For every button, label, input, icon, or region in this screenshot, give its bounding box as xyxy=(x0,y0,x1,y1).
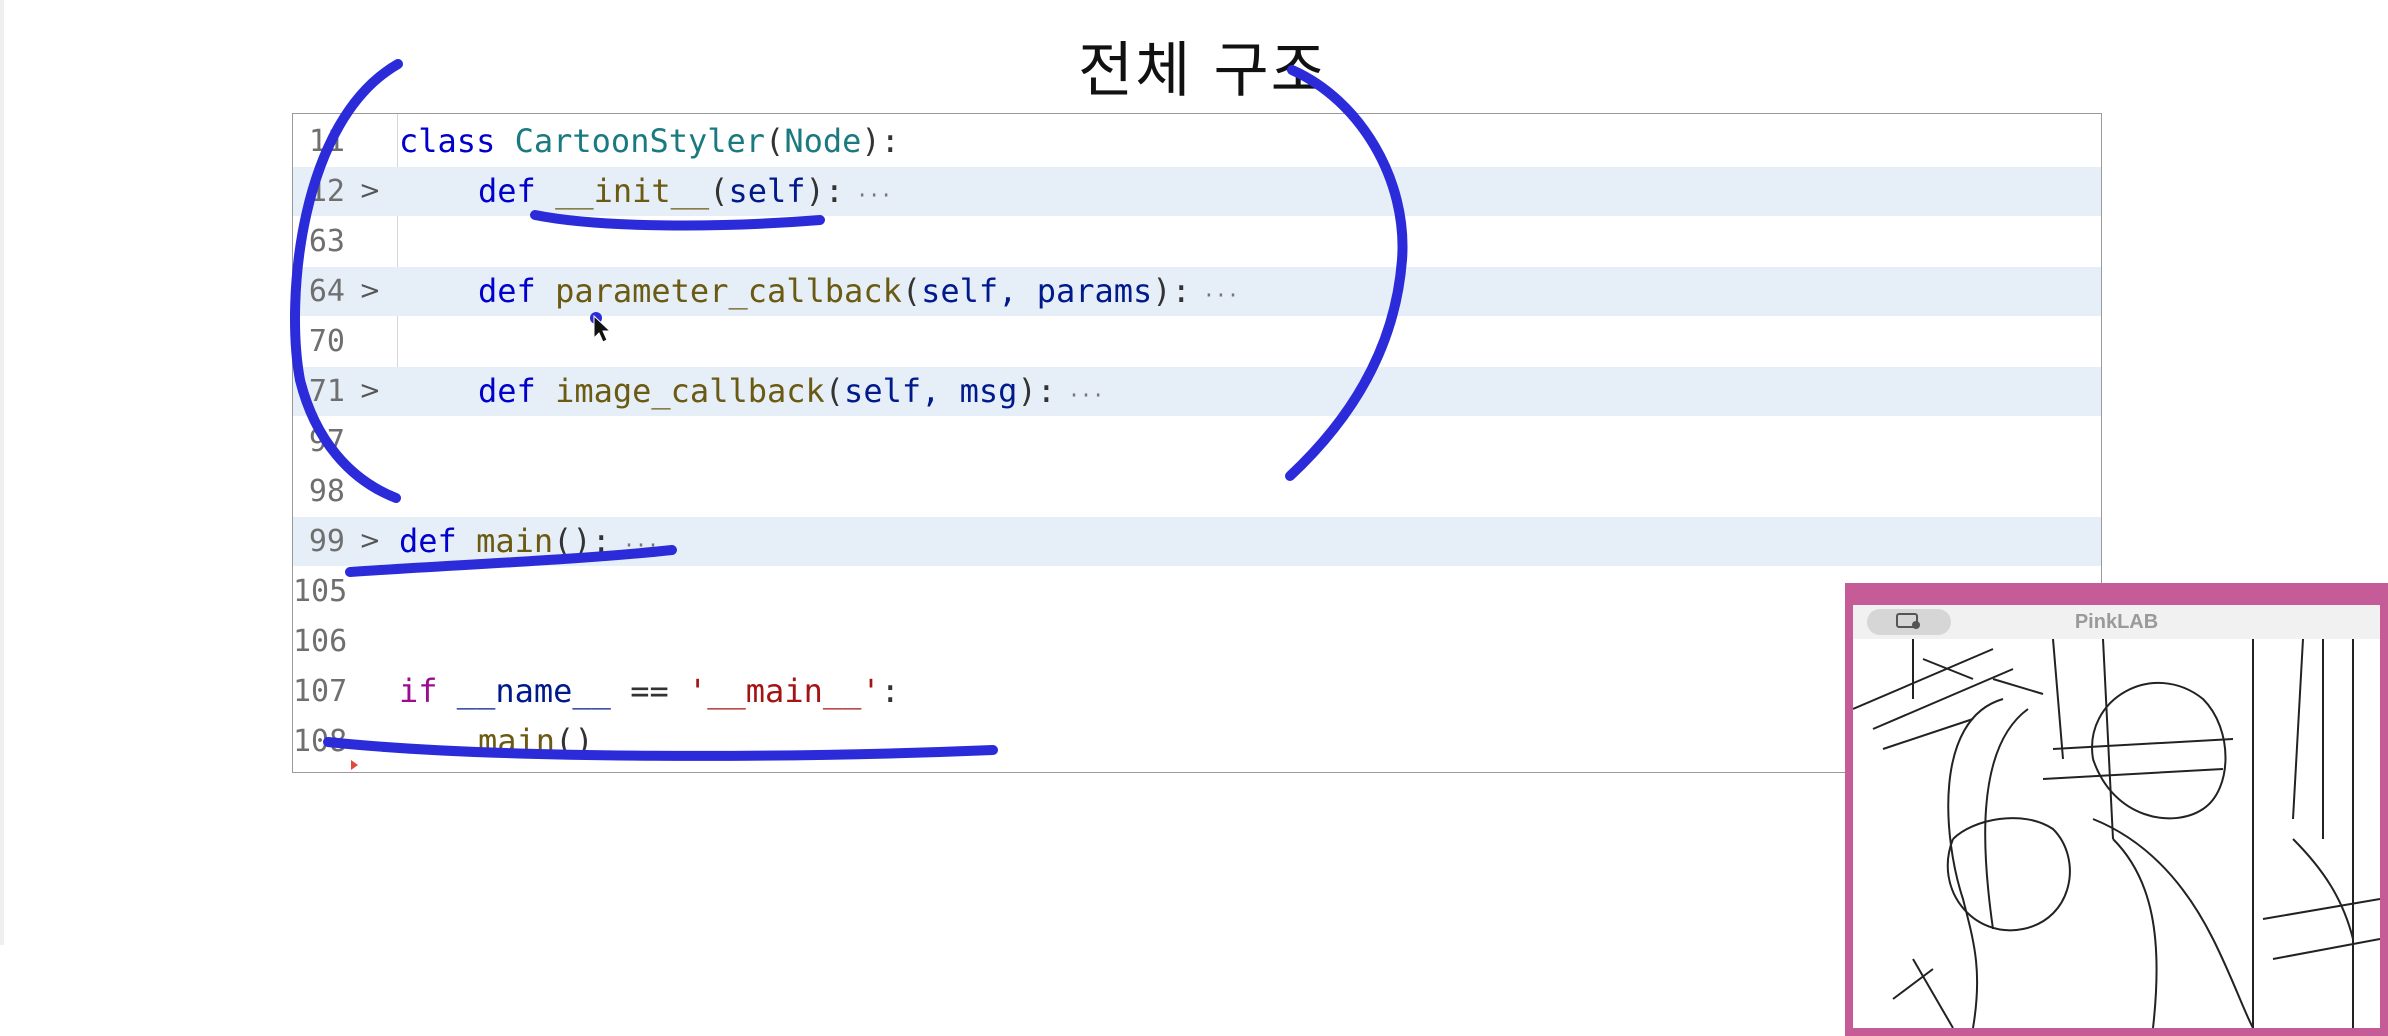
webcam-video xyxy=(1852,638,2381,1029)
mouse-cursor-icon xyxy=(593,314,612,343)
pip-title-bar[interactable]: PinkLAB xyxy=(1853,605,2380,639)
underline-init-stroke xyxy=(530,210,825,231)
right-bracket-stroke xyxy=(1285,65,1408,481)
cartoon-video-frame xyxy=(1852,638,2381,1029)
webcam-pip-window[interactable]: PinkLAB xyxy=(1845,583,2388,1036)
pip-title: PinkLAB xyxy=(2074,611,2159,633)
underline-main-def-stroke xyxy=(345,545,677,577)
underline-main-call-stroke xyxy=(323,737,998,761)
left-bracket-stroke xyxy=(290,59,403,503)
